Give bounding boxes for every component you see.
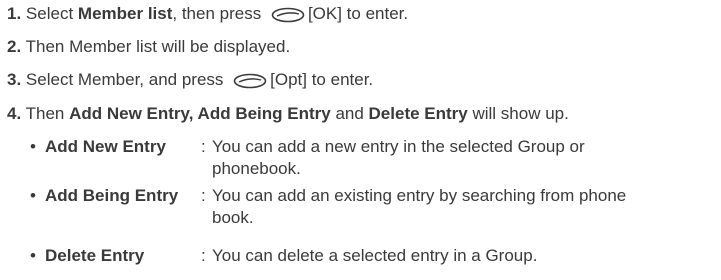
step-text: , then press <box>172 4 266 23</box>
option-add-new-entry: • Add New Entry : You can add a new entr… <box>0 136 721 184</box>
step-number: 3. <box>7 70 22 89</box>
option-description: You can delete a selected entry in a Gro… <box>212 246 538 265</box>
step-bold-text: Delete Entry <box>368 104 468 123</box>
bullet: • <box>30 186 36 205</box>
option-colon: : <box>201 186 206 205</box>
step-text: Then <box>25 104 70 123</box>
step-text: [Opt] to enter. <box>270 70 374 89</box>
step-text: and <box>330 104 369 123</box>
option-colon: : <box>201 246 206 265</box>
option-description: You can add a new entry in the selected … <box>212 137 585 178</box>
step-text: Select Member, and press <box>25 70 229 89</box>
option-colon: : <box>201 137 206 156</box>
step-number: 4. <box>7 104 22 123</box>
step-number: 1. <box>7 4 22 23</box>
option-term: Delete Entry <box>45 246 145 265</box>
option-term: Add Being Entry <box>45 186 179 205</box>
step-3: 3. Select Member, and press [Opt] to ent… <box>7 70 373 94</box>
step-text: will show up. <box>467 104 569 123</box>
step-1: 1. Select Member list, then press [OK] t… <box>7 4 408 28</box>
step-4: 4. Then Add New Entry, Add Being Entry a… <box>7 104 569 124</box>
bullet: • <box>30 137 36 156</box>
bullet: • <box>30 246 36 265</box>
option-term: Add New Entry <box>45 137 166 156</box>
step-bold-text: Add New Entry, Add Being Entry <box>69 104 331 123</box>
ok-key-icon <box>271 7 305 28</box>
option-delete-entry: • Delete Entry : You can delete a select… <box>0 245 721 271</box>
step-text: Then Member list will be displayed. <box>25 37 291 56</box>
step-bold-text: Member list <box>77 4 173 23</box>
step-number: 2. <box>7 37 22 56</box>
ok-key-icon <box>233 73 267 94</box>
option-description: You can add an existing entry by searchi… <box>212 186 627 227</box>
step-text: Select <box>25 4 78 23</box>
step-2: 2. Then Member list will be displayed. <box>7 37 290 57</box>
step-text: [OK] to enter. <box>307 4 409 23</box>
option-add-being-entry: • Add Being Entry : You can add an exist… <box>0 185 721 233</box>
